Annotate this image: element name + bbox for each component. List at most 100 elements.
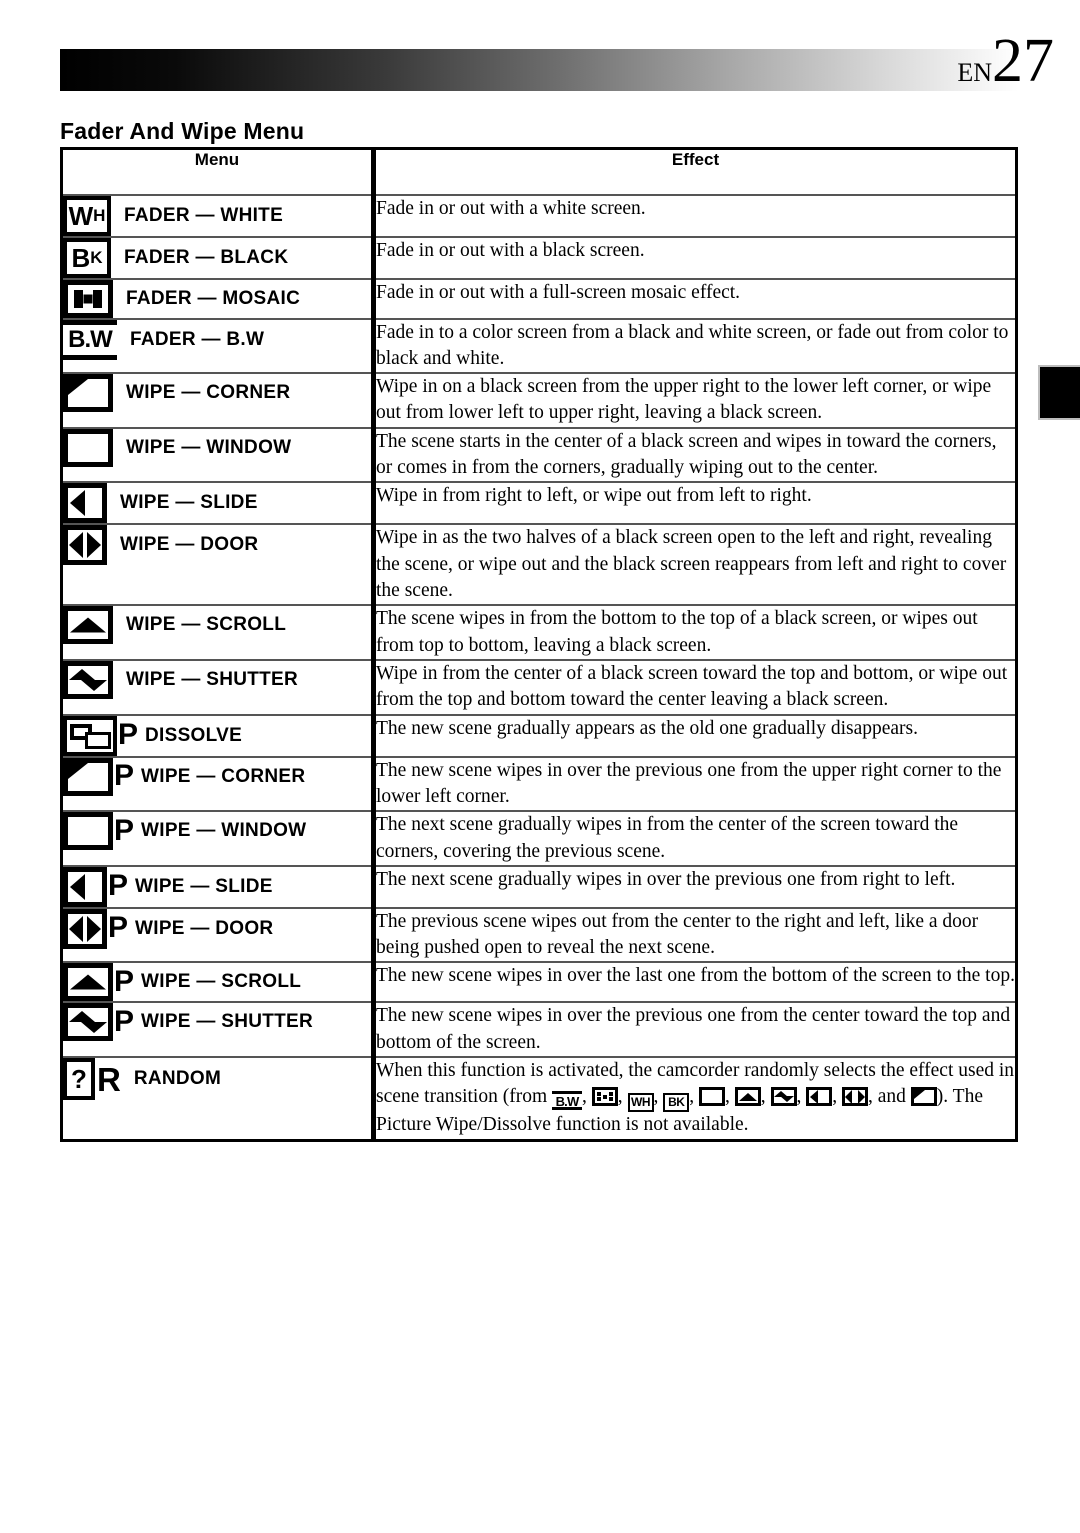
- picture-wipe-door-icon: [63, 908, 107, 949]
- fader-bw-icon: B.W: [63, 319, 117, 360]
- table-row: P WIPE — WINDOW The next scene gradually…: [61, 811, 1017, 866]
- menu-cell: P WIPE — CORNER: [61, 756, 376, 812]
- menu-item-label: RANDOM: [133, 1068, 222, 1090]
- separator: ,: [653, 1086, 664, 1108]
- menu-cell: P WIPE — SHUTTER: [61, 1002, 376, 1058]
- separator: ,: [689, 1086, 699, 1108]
- menu-item-label: WIPE — DOOR: [120, 534, 259, 556]
- table-header-row: Menu Effect: [61, 148, 1017, 196]
- wipe-door-icon: [63, 525, 107, 566]
- wipe-corner-icon: [63, 374, 113, 413]
- fader-bw-mini-icon: B.W: [552, 1091, 582, 1111]
- and-word: , and: [868, 1086, 911, 1108]
- menu-cell: WIPE — SCROLL: [61, 605, 376, 660]
- page-title: Fader And Wipe Menu: [60, 118, 305, 145]
- picture-mode-marker: P: [114, 1004, 135, 1038]
- menu-item-label: WIPE — DOOR: [135, 917, 274, 939]
- menu-item-label: WIPE — SCROLL: [141, 971, 302, 993]
- menu-item-label: FADER — BLACK: [124, 246, 289, 268]
- table-header: Menu Effect: [61, 148, 1017, 196]
- table-row: WIPE — SCROLL The scene wipes in from th…: [61, 605, 1017, 660]
- column-header-menu: Menu: [61, 148, 376, 196]
- wipe-shutter-mini-icon: [770, 1087, 797, 1107]
- picture-mode-marker: P: [108, 869, 129, 903]
- table-row: P WIPE — SCROLL The new scene wipes in o…: [61, 962, 1017, 1003]
- fader-mosaic-icon: [63, 279, 113, 318]
- wipe-slide-mini-icon: [806, 1087, 833, 1107]
- menu-item-label: FADER — WHITE: [124, 204, 284, 226]
- header-gradient-band: [60, 49, 1018, 91]
- menu-cell: P WIPE — SCROLL: [61, 962, 376, 1003]
- table-row: WIPE — SHUTTER Wipe in from the center o…: [61, 659, 1017, 715]
- fader-black-icon: BK: [63, 237, 111, 278]
- table-row: WIPE — WINDOW The scene starts in the ce…: [61, 427, 1017, 483]
- menu-item-label: FADER — B.W: [130, 328, 265, 350]
- menu-item-label: WIPE — SLIDE: [120, 492, 258, 514]
- separator: ,: [725, 1086, 735, 1108]
- menu-cell: P DISSOLVE: [61, 714, 376, 757]
- table-row: P WIPE — CORNER The new scene wipes in o…: [61, 756, 1017, 812]
- table-row: B.W FADER — B.W Fade in to a color scree…: [61, 318, 1017, 374]
- wipe-window-mini-icon: [699, 1087, 725, 1107]
- picture-mode-marker: P: [114, 759, 135, 793]
- dissolve-icon: [63, 715, 117, 756]
- fader-white-mini-icon: WH: [627, 1093, 654, 1113]
- table-row: WH FADER — WHITE Fade in or out with a w…: [61, 194, 1017, 237]
- table-row: P WIPE — SHUTTER The new scene wipes in …: [61, 1002, 1017, 1058]
- effect-cell: Wipe in as the two halves of a black scr…: [376, 527, 1007, 601]
- menu-item-label: WIPE — SHUTTER: [126, 668, 299, 690]
- picture-wipe-slide-icon: [63, 866, 107, 907]
- page-number-value: 27: [992, 27, 1054, 95]
- locale-code: EN: [957, 58, 992, 87]
- picture-mode-marker: P: [118, 718, 139, 752]
- effect-cell: The previous scene wipes out from the ce…: [376, 910, 979, 959]
- random-marker: R: [97, 1060, 121, 1098]
- table-row: ? R RANDOM When this function is activat…: [61, 1057, 1017, 1141]
- effect-cell: When this function is activated, the cam…: [374, 1057, 1017, 1140]
- column-header-effect: Effect: [373, 148, 1017, 196]
- menu-cell: WIPE — SHUTTER: [61, 659, 376, 715]
- effect-cell: The new scene wipes in over the previous…: [376, 1005, 1011, 1053]
- effect-cell: The next scene gradually wipes in over t…: [376, 868, 956, 890]
- menu-cell: P WIPE — DOOR: [61, 907, 376, 963]
- menu-cell: P WIPE — SLIDE: [61, 865, 376, 908]
- menu-cell: WH FADER — WHITE: [61, 194, 376, 237]
- table-row: WIPE — DOOR Wipe in as the two halves of…: [61, 524, 1017, 606]
- table-row: P DISSOLVE The new scene gradually appea…: [61, 714, 1017, 757]
- picture-wipe-scroll-icon: [63, 963, 113, 1002]
- menu-cell: ? R RANDOM: [61, 1057, 376, 1141]
- menu-item-label: DISSOLVE: [145, 724, 243, 746]
- effect-cell: The new scene wipes in over the last one…: [376, 965, 1015, 987]
- picture-mode-marker: P: [114, 813, 135, 847]
- wipe-corner-mini-icon: [910, 1087, 937, 1107]
- picture-mode-marker: P: [108, 911, 129, 945]
- menu-item-label: WIPE — SCROLL: [126, 614, 287, 636]
- page-number: EN27: [957, 30, 1054, 92]
- separator: ,: [796, 1086, 807, 1108]
- wipe-shutter-icon: [63, 660, 113, 699]
- wipe-door-mini-icon: [842, 1087, 868, 1107]
- menu-cell: FADER — MOSAIC: [61, 278, 376, 319]
- fader-white-icon: WH: [63, 195, 111, 236]
- menu-cell: WIPE — WINDOW: [61, 427, 376, 483]
- table-row: FADER — MOSAIC Fade in or out with a ful…: [61, 278, 1017, 319]
- table-row: P WIPE — SLIDE The next scene gradually …: [61, 865, 1017, 908]
- fader-mosaic-mini-icon: [591, 1087, 618, 1107]
- table-row: BK FADER — BLACK Fade in or out with a b…: [61, 236, 1017, 279]
- menu-item-label: WIPE — WINDOW: [141, 820, 307, 842]
- chapter-edge-tab: [1038, 365, 1080, 420]
- wipe-window-icon: [63, 428, 113, 467]
- wipe-scroll-icon: [63, 606, 113, 645]
- table-row: WIPE — SLIDE Wipe in from right to left,…: [61, 482, 1017, 525]
- wipe-slide-icon: [63, 483, 107, 524]
- effect-cell: Wipe in on a black screen from the upper…: [376, 376, 992, 424]
- effect-cell: Fade in or out with a black screen.: [376, 239, 645, 261]
- effect-cell: Wipe in from right to left, or wipe out …: [376, 485, 812, 507]
- separator: ,: [832, 1086, 842, 1108]
- menu-cell: WIPE — SLIDE: [61, 482, 376, 525]
- picture-wipe-window-icon: [63, 812, 113, 851]
- separator: ,: [760, 1086, 771, 1108]
- table-row: WIPE — CORNER Wipe in on a black screen …: [61, 373, 1017, 428]
- menu-cell: WIPE — CORNER: [61, 373, 376, 428]
- picture-wipe-corner-icon: [63, 757, 113, 796]
